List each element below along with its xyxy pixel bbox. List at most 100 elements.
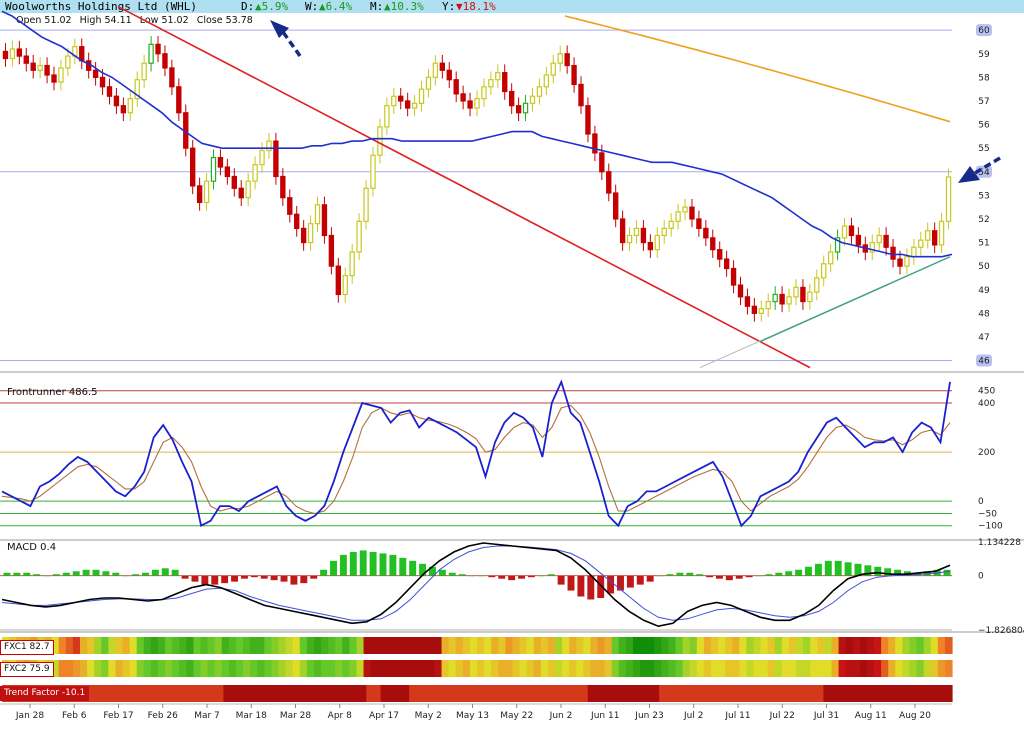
macd-histogram-bar <box>438 569 446 576</box>
macd-histogram-bar <box>419 563 427 576</box>
macd-histogram-bar <box>715 575 723 579</box>
candle-body <box>439 62 446 71</box>
fxc1-heatmap-cell <box>632 637 641 654</box>
price-y-tick: 60 <box>978 26 990 36</box>
macd-histogram-bar <box>498 575 506 579</box>
candle-body <box>65 55 71 69</box>
macd-histogram-bar <box>775 572 783 576</box>
fxc1-heatmap-cell <box>150 637 159 654</box>
candle-body <box>356 220 362 253</box>
macd-histogram-bar <box>577 575 585 597</box>
candle-body <box>162 53 168 69</box>
candle-body <box>578 83 584 107</box>
fxc1-heatmap-cell <box>455 637 464 654</box>
candle-body <box>502 72 508 93</box>
fxc1-heatmap-cell <box>781 637 790 654</box>
macd-histogram-bar <box>260 575 268 579</box>
trend-factor-heatmap-cell <box>302 685 310 702</box>
fxc1-heatmap-cell <box>115 637 124 654</box>
candle-body <box>287 197 293 215</box>
trend-factor-heatmap-cell <box>659 685 667 702</box>
x-axis-tick-label: Jul 2 <box>683 711 703 721</box>
trend-factor-heatmap-cell <box>216 685 225 702</box>
macd-histogram-bar <box>468 575 476 577</box>
fxc2-heatmap-cell <box>526 660 535 677</box>
macd-histogram-bar <box>567 575 575 591</box>
trend-factor-heatmap-cell <box>473 685 482 702</box>
macd-histogram-bar <box>834 560 842 576</box>
fxc2-heatmap-cell <box>243 660 251 677</box>
trend-factor-heatmap-cell <box>94 685 103 702</box>
fxc2-heatmap-cell <box>760 660 769 677</box>
candle-body <box>807 291 813 303</box>
fxc1-heatmap-cell <box>937 637 946 654</box>
trend-factor-heatmap-cell <box>766 685 775 702</box>
candle-body <box>488 79 494 88</box>
fxc2-heatmap-cell <box>462 660 471 677</box>
frontrunner-y-tick: 450 <box>978 387 995 397</box>
frontrunner-signal-line <box>1 404 951 515</box>
fxc2-heatmap-cell <box>271 660 280 677</box>
fxc2-heatmap-cell <box>703 660 712 677</box>
x-axis-tick-label: Jan 28 <box>15 711 44 721</box>
fxc1-heatmap-cell <box>760 637 769 654</box>
trend-factor-heatmap-cell <box>580 685 589 702</box>
candle-body <box>321 204 328 237</box>
fxc1-heatmap-cell <box>321 637 329 654</box>
trend-factor-heatmap-cell <box>252 685 260 702</box>
candle-body <box>758 308 764 314</box>
trend-factor-heatmap-cell <box>130 685 139 702</box>
trend-factor-heatmap-cell <box>287 685 296 702</box>
fxc1-heatmap-cell <box>554 637 563 654</box>
macd-histogram-bar <box>785 571 793 576</box>
fxc1-heatmap-cell <box>930 637 939 654</box>
price-y-tick: 58 <box>978 73 990 83</box>
macd-histogram-bar <box>686 572 694 576</box>
fxc2-heatmap-cell <box>604 660 613 677</box>
fxc2-heatmap-cell <box>356 660 365 677</box>
fxc2-heatmap-cell <box>788 660 797 677</box>
stock-chart[interactable]: 4647484950515253545556575859604504002000… <box>0 0 1024 735</box>
x-axis-tick-label: Jul 11 <box>724 711 750 721</box>
fxc1-heatmap-cell <box>285 637 294 654</box>
fxc1-heatmap-cell <box>101 637 109 654</box>
fxc2-heatmap-cell <box>845 660 854 677</box>
candle-body <box>481 86 487 100</box>
price-y-tick: 46 <box>978 357 990 367</box>
candle-body <box>335 265 341 296</box>
trend-factor-heatmap-cell <box>909 685 917 702</box>
fxc1-heatmap-cell <box>399 637 407 654</box>
x-axis-tick-label: Mar 7 <box>194 711 220 721</box>
trend-factor-heatmap-cell <box>173 685 182 702</box>
fxc1-heatmap-cell <box>618 637 627 654</box>
candle-body <box>883 234 889 248</box>
trend-factor-heatmap-cell <box>187 685 196 702</box>
fxc1-heatmap-cell <box>916 637 925 654</box>
macd-histogram-bar <box>161 568 169 576</box>
fxc2-heatmap-cell <box>349 660 358 677</box>
fxc2-heatmap-cell <box>831 660 840 677</box>
fxc1-heatmap-cell <box>562 637 570 654</box>
trend-factor-heatmap-cell <box>387 685 396 702</box>
macd-histogram-bar <box>142 572 149 576</box>
fxc1-heatmap-cell <box>533 637 542 654</box>
candle-body <box>44 64 50 76</box>
x-axis-tick-label: Jul 22 <box>769 711 795 721</box>
fxc2-heatmap-cell <box>675 660 684 677</box>
fxc1-heatmap-cell <box>803 637 811 654</box>
candle-body <box>2 50 9 60</box>
fxc1-heatmap-cell <box>845 637 854 654</box>
fxc2-heatmap-cell <box>193 660 202 677</box>
candle-body <box>224 166 231 178</box>
fxc1-heatmap-cell <box>732 637 740 654</box>
fxc1-heatmap-cell <box>172 637 180 654</box>
trend-factor-heatmap-cell <box>116 685 125 702</box>
macd-histogram-bar <box>389 554 397 576</box>
candle-body <box>918 239 924 248</box>
macd-histogram-bar <box>814 563 822 576</box>
fxc1-heatmap-cell <box>406 637 414 654</box>
trend-factor-heatmap-cell <box>552 685 560 702</box>
candle-body <box>377 126 383 156</box>
fxc2-heatmap-cell <box>944 660 953 677</box>
fxc1-heatmap-cell <box>682 637 691 654</box>
